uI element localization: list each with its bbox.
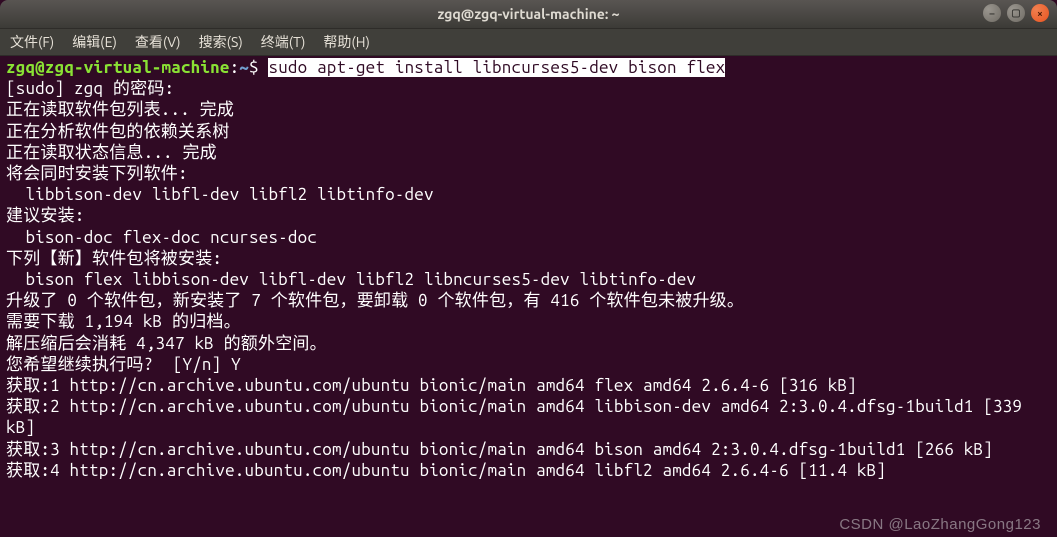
output-line: 需要下载 1,194 kB 的归档。	[6, 312, 241, 331]
prompt-sep2: $	[249, 58, 268, 77]
output-line: 您希望继续执行吗? [Y/n] Y	[6, 355, 241, 374]
window-titlebar: zgq@zgq-virtual-machine: ~ – ▢ ×	[0, 0, 1057, 28]
menu-search[interactable]: 搜索(S)	[199, 32, 243, 52]
output-line: 解压缩后会消耗 4,347 kB 的额外空间。	[6, 334, 327, 353]
output-line: bison-doc flex-doc ncurses-doc	[6, 228, 317, 247]
menu-edit[interactable]: 编辑(E)	[72, 32, 117, 52]
output-line: bison flex libbison-dev libfl-dev libfl2…	[6, 270, 696, 289]
output-line: 获取:2 http://cn.archive.ubuntu.com/ubuntu…	[6, 397, 1032, 437]
menu-view[interactable]: 查看(V)	[135, 32, 181, 52]
close-button[interactable]: ×	[1031, 4, 1049, 22]
output-line: 将会同时安装下列软件:	[6, 164, 188, 183]
terminal-output[interactable]: zgq@zgq-virtual-machine:~$ sudo apt-get …	[0, 56, 1057, 537]
prompt-command: sudo apt-get install libncurses5-dev bis…	[268, 58, 725, 77]
window-controls: – ▢ ×	[983, 4, 1049, 22]
minimize-button[interactable]: –	[983, 4, 1001, 22]
menu-file[interactable]: 文件(F)	[10, 32, 54, 52]
prompt-sep1: :	[230, 58, 240, 77]
output-line: 正在分析软件包的依赖关系树	[6, 122, 230, 141]
output-line: 下列【新】软件包将被安装:	[6, 249, 222, 268]
output-line: 升级了 0 个软件包，新安装了 7 个软件包，要卸载 0 个软件包，有 416 …	[6, 291, 744, 310]
output-line: 获取:3 http://cn.archive.ubuntu.com/ubuntu…	[6, 440, 993, 459]
menu-help[interactable]: 帮助(H)	[323, 32, 370, 52]
maximize-button[interactable]: ▢	[1007, 4, 1025, 22]
output-line: 获取:4 http://cn.archive.ubuntu.com/ubuntu…	[6, 461, 886, 480]
output-line: 正在读取状态信息... 完成	[6, 143, 217, 162]
prompt-location: ~	[239, 58, 249, 77]
prompt-userhost: zgq@zgq-virtual-machine	[6, 58, 230, 77]
output-line: libbison-dev libfl-dev libfl2 libtinfo-d…	[6, 185, 434, 204]
output-line: 正在读取软件包列表... 完成	[6, 100, 234, 119]
window-title: zgq@zgq-virtual-machine: ~	[437, 6, 619, 22]
output-line: 建议安装:	[6, 206, 85, 225]
menu-bar: 文件(F) 编辑(E) 查看(V) 搜索(S) 终端(T) 帮助(H)	[0, 28, 1057, 56]
output-line: [sudo] zgq 的密码:	[6, 79, 174, 98]
menu-terminal[interactable]: 终端(T)	[261, 32, 306, 52]
output-line: 获取:1 http://cn.archive.ubuntu.com/ubuntu…	[6, 376, 857, 395]
